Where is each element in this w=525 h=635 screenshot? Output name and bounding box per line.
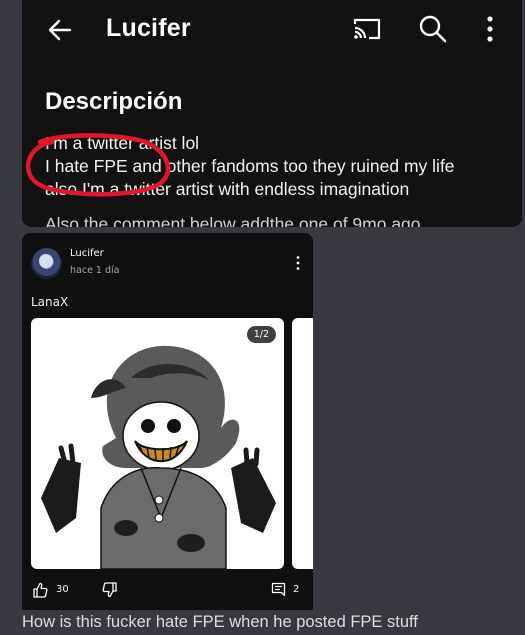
post-text: LanaX	[31, 295, 69, 309]
channel-title: Lucifer	[106, 14, 191, 42]
cast-icon[interactable]	[352, 16, 382, 42]
next-image-preview[interactable]	[292, 318, 313, 569]
search-icon[interactable]	[418, 14, 448, 44]
description-line: Also the comment below addthe one of 9mo…	[45, 214, 421, 227]
post-actions-bar: 30 2	[22, 578, 313, 602]
comment-count: 2	[293, 584, 300, 595]
post-timestamp: hace 1 día	[70, 265, 120, 276]
thumbs-up-icon[interactable]	[32, 582, 48, 598]
description-heading: Descripción	[45, 88, 183, 115]
app-header: Lucifer	[22, 0, 522, 60]
post-more-options-icon[interactable]	[295, 255, 301, 271]
chat-message-caption: How is this fucker hate FPE when he post…	[22, 613, 418, 631]
description-line: also I'm a twitter artist with endless i…	[45, 179, 410, 199]
post-image[interactable]: 1/2	[31, 318, 284, 569]
thumbs-down-icon[interactable]	[102, 582, 118, 598]
like-count: 30	[56, 584, 69, 595]
character-illustration	[41, 345, 276, 569]
more-options-icon[interactable]	[482, 14, 498, 44]
comment-icon[interactable]	[271, 582, 286, 597]
community-post-screenshot: Lucifer hace 1 día LanaX 1/2 30 2	[22, 233, 313, 610]
back-arrow-icon[interactable]	[46, 16, 74, 44]
post-author[interactable]: Lucifer	[70, 248, 104, 259]
description-line: I hate FPE and other fandoms too they ru…	[45, 156, 455, 176]
description-text: I'm a twitter artist lol I hate FPE and …	[45, 132, 515, 227]
image-page-indicator: 1/2	[246, 326, 276, 343]
channel-about-screenshot: Lucifer Descripción I'm a twitter artist…	[22, 0, 522, 227]
description-line: I'm a twitter artist lol	[45, 133, 200, 153]
avatar[interactable]	[31, 248, 62, 279]
avatar-face	[39, 254, 53, 268]
